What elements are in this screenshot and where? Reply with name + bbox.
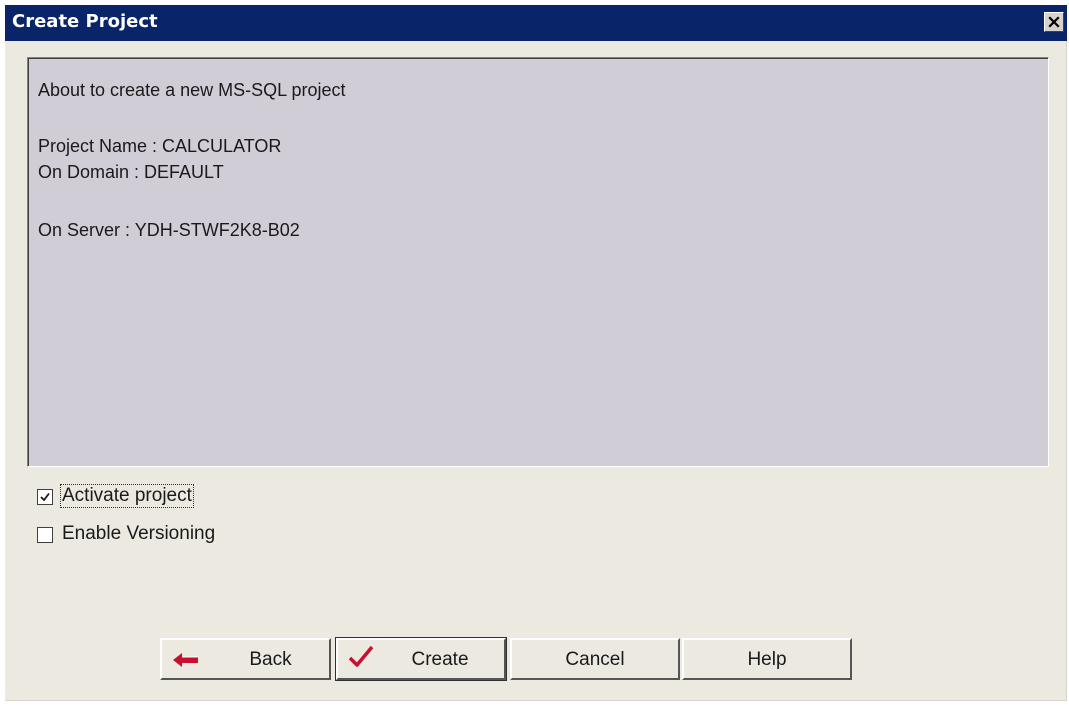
- create-button-label: Create: [411, 649, 469, 670]
- back-button[interactable]: Back: [160, 638, 331, 680]
- checkmark-icon: [40, 492, 50, 502]
- checkmark-icon: [348, 645, 374, 667]
- summary-panel: About to create a new MS-SQL project Pro…: [27, 57, 1049, 467]
- enable-versioning-label[interactable]: Enable Versioning: [61, 523, 216, 545]
- help-button-label: Help: [747, 649, 787, 670]
- create-project-dialog: Create Project About to create a new MS-…: [5, 5, 1067, 701]
- create-button[interactable]: Create: [335, 637, 507, 681]
- help-button[interactable]: Help: [682, 638, 852, 680]
- close-icon: [1048, 16, 1060, 28]
- back-button-label: Back: [249, 649, 292, 670]
- dialog-title: Create Project: [12, 11, 158, 32]
- cancel-button[interactable]: Cancel: [510, 638, 680, 680]
- project-name-line: Project Name : CALCULATOR: [38, 136, 282, 156]
- domain-line: On Domain : DEFAULT: [38, 162, 224, 182]
- title-bar[interactable]: Create Project: [5, 5, 1067, 41]
- cancel-button-label: Cancel: [565, 649, 625, 670]
- close-button[interactable]: [1044, 12, 1064, 32]
- server-line: On Server : YDH-STWF2K8-B02: [38, 220, 300, 240]
- activate-project-label[interactable]: Activate project: [60, 484, 194, 508]
- enable-versioning-checkbox[interactable]: [37, 527, 53, 543]
- activate-project-checkbox[interactable]: [37, 489, 53, 505]
- summary-intro: About to create a new MS-SQL project: [38, 80, 346, 100]
- arrow-left-icon: [173, 653, 198, 667]
